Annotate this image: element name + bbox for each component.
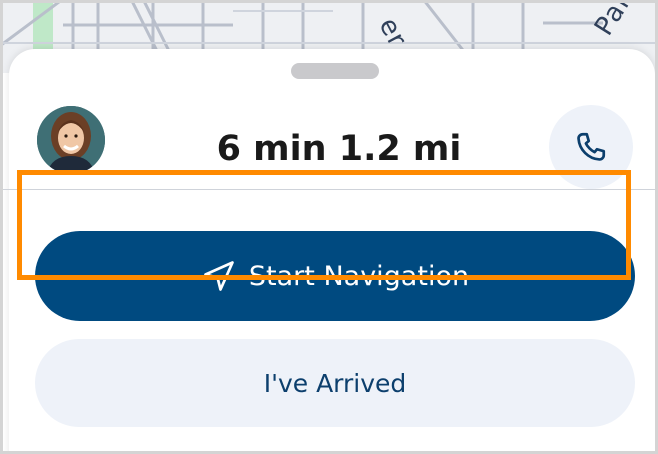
phone-icon	[577, 132, 606, 161]
passenger-avatar	[37, 106, 105, 174]
drag-handle[interactable]	[291, 63, 379, 79]
trip-bottom-sheet: 6 min 1.2 mi Start Navigation I've Arriv…	[3, 49, 655, 451]
call-button[interactable]	[549, 105, 633, 189]
divider	[3, 189, 655, 190]
eta-text: 6 min	[216, 129, 327, 169]
app-screen: er A Park 6 min 1.2 mi Start Navigation …	[0, 0, 658, 454]
start-navigation-button[interactable]: Start Navigation	[35, 231, 635, 321]
distance-text: 1.2 mi	[338, 129, 462, 169]
start-navigation-label: Start Navigation	[248, 260, 470, 292]
navigation-arrow-icon	[201, 258, 237, 294]
avatar-image	[37, 106, 105, 174]
arrived-button[interactable]: I've Arrived	[35, 339, 635, 427]
arrived-label: I've Arrived	[263, 368, 407, 398]
trip-summary: 6 min 1.2 mi	[149, 129, 529, 169]
